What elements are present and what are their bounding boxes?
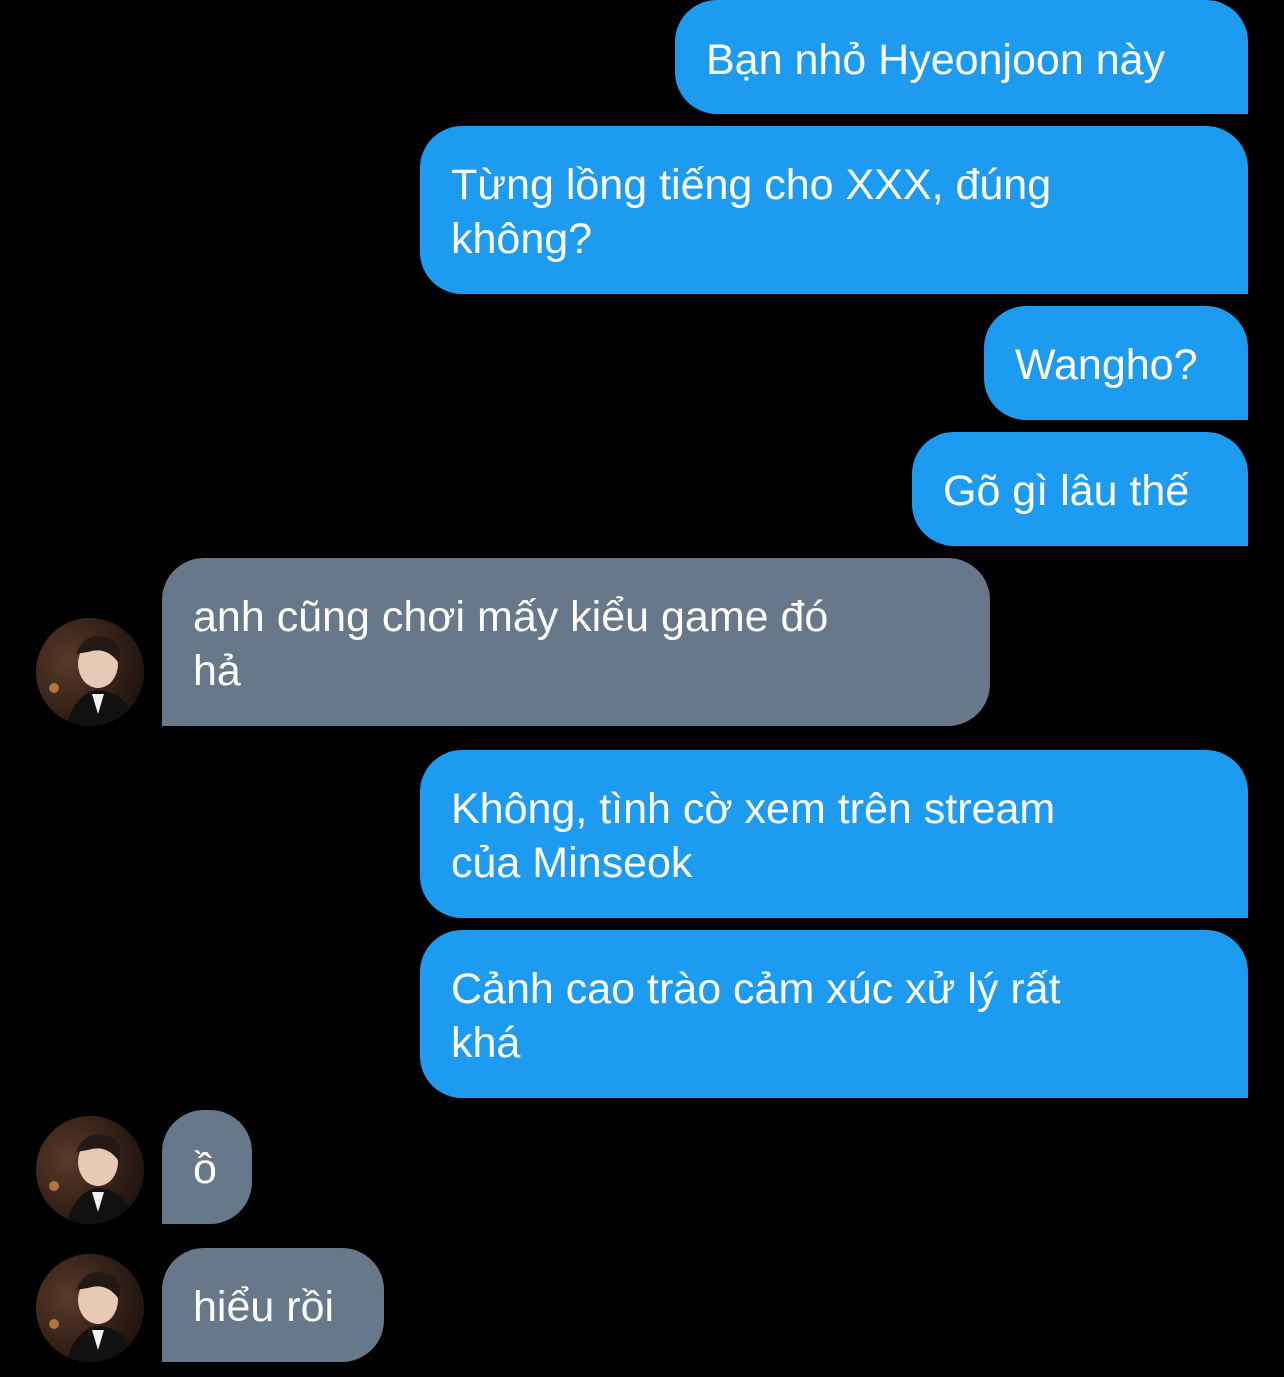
- incoming-message[interactable]: anh cũng chơi mấy kiểu game đó hả: [162, 558, 990, 726]
- outgoing-message[interactable]: Bạn nhỏ Hyeonjoon này: [675, 0, 1248, 114]
- outgoing-message[interactable]: Cảnh cao trào cảm xúc xử lý rất khá: [420, 930, 1248, 1098]
- incoming-message[interactable]: ồ: [162, 1110, 252, 1224]
- contact-avatar[interactable]: [36, 1254, 144, 1362]
- outgoing-message[interactable]: Wangho?: [984, 306, 1248, 420]
- contact-avatar[interactable]: [36, 618, 144, 726]
- outgoing-message[interactable]: Từng lồng tiếng cho XXX, đúng không?: [420, 126, 1248, 294]
- outgoing-message[interactable]: Không, tình cờ xem trên stream của Minse…: [420, 750, 1248, 918]
- avatar-photo-icon: [36, 1254, 144, 1362]
- contact-avatar[interactable]: [36, 1116, 144, 1224]
- avatar-photo-icon: [36, 1116, 144, 1224]
- incoming-message[interactable]: hiểu rồi: [162, 1248, 384, 1362]
- outgoing-message[interactable]: Gõ gì lâu thế: [912, 432, 1248, 546]
- message-thread: Bạn nhỏ Hyeonjoon này Từng lồng tiếng ch…: [0, 0, 1284, 1377]
- avatar-photo-icon: [36, 618, 144, 726]
